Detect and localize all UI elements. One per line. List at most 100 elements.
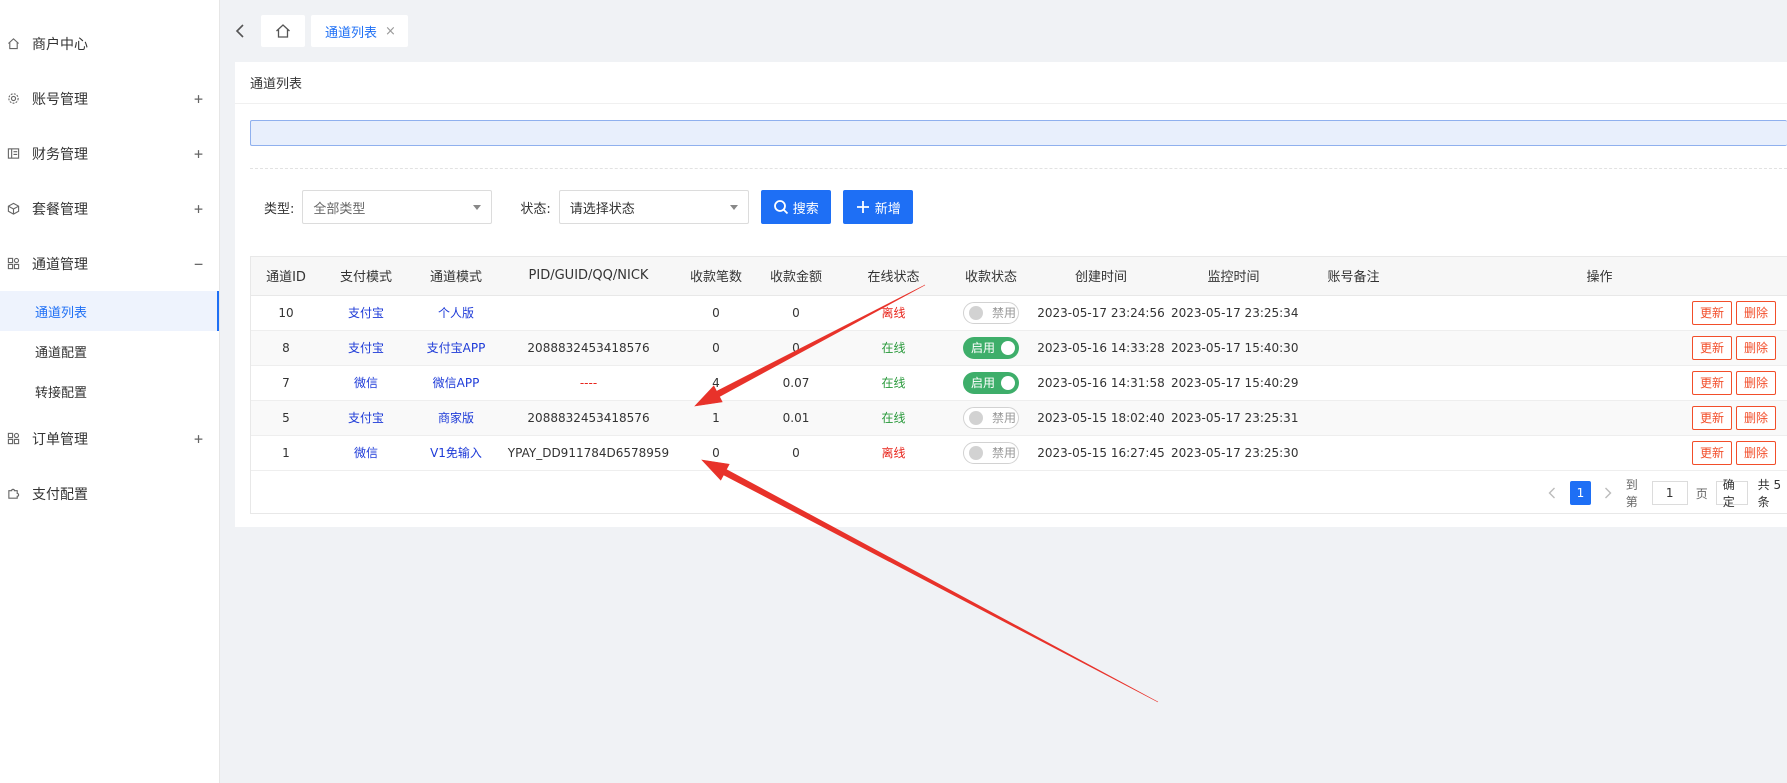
column-header: 账号备注 — [1296, 257, 1411, 296]
cell-created-time: 2023-05-15 18:02:40 — [1031, 400, 1171, 436]
cell-remark — [1296, 295, 1411, 331]
update-button[interactable]: 更新 — [1691, 335, 1732, 360]
sidebar-item-label: 支付配置 — [32, 486, 88, 503]
status-label: 状态: — [520, 201, 551, 217]
cell-channel-id: 1 — [251, 435, 321, 471]
sidebar-subitem-channel-list[interactable]: 通道列表 — [0, 291, 219, 331]
sidebar-item-account[interactable]: 账号管理 + — [0, 71, 219, 126]
cell-created-time: 2023-05-16 14:33:28 — [1031, 330, 1171, 366]
tab-channel-list[interactable]: 通道列表 × — [311, 15, 408, 47]
cell-created-time: 2023-05-17 23:24:56 — [1031, 295, 1171, 331]
prev-page-button[interactable] — [1545, 487, 1560, 499]
collect-status-toggle[interactable]: 启用 — [963, 336, 1019, 359]
type-select-value: 全部类型 — [313, 201, 366, 217]
cell-collect-status: 禁用 — [951, 400, 1031, 436]
collect-status-toggle[interactable]: 禁用 — [963, 406, 1019, 429]
cell-monitor-time: 2023-05-17 23:25:31 — [1171, 400, 1298, 436]
caret-down-icon — [473, 205, 482, 210]
search-button[interactable]: 搜索 — [760, 190, 831, 224]
gear-icon — [6, 92, 20, 106]
expand-icon[interactable]: + — [194, 145, 203, 163]
delete-button[interactable]: 删除 — [1735, 370, 1776, 395]
page-number-current[interactable]: 1 — [1569, 481, 1591, 505]
table-row: 10 支付宝 个人版 0 0 离线 禁用 2023-05-17 23:24:56 2023-05… — [251, 295, 1787, 331]
cell-monitor-time: 2023-05-17 15:40:29 — [1171, 365, 1298, 401]
chevron-left-icon — [1548, 487, 1556, 499]
cube-icon — [6, 202, 20, 216]
back-button[interactable] — [229, 16, 251, 46]
grid-icon — [6, 432, 20, 446]
table-row: 1 微信 V1免输入 YPAY_DD911784D6578959 0 0 离线 禁用 2023-… — [251, 435, 1787, 471]
update-button[interactable]: 更新 — [1691, 300, 1732, 325]
column-header: 支付模式 — [321, 257, 411, 296]
cell-remark — [1296, 330, 1411, 366]
collapse-icon[interactable]: − — [194, 255, 203, 273]
type-select[interactable]: 全部类型 — [302, 190, 493, 224]
add-button-label: 新增 — [874, 201, 901, 217]
search-button-label: 搜索 — [792, 201, 819, 217]
expand-icon[interactable]: + — [194, 200, 203, 218]
sidebar-subitem-transfer-config[interactable]: 转接配置 — [0, 371, 219, 411]
column-header: 操作 — [1411, 257, 1787, 296]
sidebar-subitem-channel-config[interactable]: 通道配置 — [0, 331, 219, 371]
cell-channel-id: 10 — [251, 295, 321, 331]
cell-remark — [1296, 435, 1411, 471]
status-select[interactable]: 请选择状态 — [558, 190, 749, 224]
sidebar-item-order[interactable]: 订单管理 + — [0, 411, 219, 466]
collect-status-toggle[interactable]: 禁用 — [963, 301, 1019, 324]
delete-button[interactable]: 删除 — [1735, 300, 1776, 325]
sidebar-item-label: 订单管理 — [32, 431, 88, 448]
sidebar-item-channel[interactable]: 通道管理 − — [0, 236, 219, 291]
home-icon — [6, 37, 20, 51]
update-button[interactable]: 更新 — [1691, 440, 1732, 465]
goto-confirm-button[interactable]: 确定 — [1715, 478, 1748, 509]
chevron-right-icon — [1605, 487, 1612, 499]
goto-page-input[interactable] — [1651, 481, 1688, 505]
cell-channel-mode: 商家版 — [411, 400, 501, 436]
update-button[interactable]: 更新 — [1691, 370, 1732, 395]
cell-channel-id: 8 — [251, 330, 321, 366]
cell-pay-mode: 支付宝 — [321, 295, 411, 331]
cell-created-time: 2023-05-15 16:27:45 — [1031, 435, 1171, 471]
cell-collect-status: 禁用 — [951, 295, 1031, 331]
expand-icon[interactable]: + — [194, 430, 203, 448]
column-header: 收款笔数 — [676, 257, 756, 296]
update-button[interactable]: 更新 — [1691, 405, 1732, 430]
cell-online-status: 离线 — [836, 435, 951, 471]
next-page-button[interactable] — [1601, 487, 1616, 499]
sidebar-item-payment-config[interactable]: 支付配置 — [0, 466, 219, 521]
sidebar-item-label: 通道管理 — [32, 256, 88, 273]
tab-label: 通道列表 — [325, 25, 378, 41]
cell-amount: 0.07 — [756, 365, 836, 401]
table-header-row: 通道ID 支付模式 通道模式 PID/GUID/QQ/NICK 收款笔数 收款金… — [251, 257, 1787, 296]
cell-count: 0 — [676, 330, 756, 366]
sidebar-item-merchant-center[interactable]: 商户中心 — [0, 16, 219, 71]
sidebar-item-package[interactable]: 套餐管理 + — [0, 181, 219, 236]
table-row: 8 支付宝 支付宝APP 2088832453418576 0 0 在线 启用 2023-05-… — [251, 330, 1787, 366]
delete-button[interactable]: 删除 — [1735, 405, 1776, 430]
cell-actions: 更新 删除 — [1411, 400, 1787, 436]
close-icon[interactable]: × — [385, 24, 396, 39]
cell-amount: 0 — [756, 295, 836, 331]
cell-channel-mode: V1免输入 — [411, 435, 501, 471]
sidebar-item-finance[interactable]: 财务管理 + — [0, 126, 219, 181]
cell-count: 0 — [676, 295, 756, 331]
collect-status-toggle[interactable]: 启用 — [963, 371, 1019, 394]
collect-status-toggle[interactable]: 禁用 — [963, 441, 1019, 464]
page-title: 通道列表 — [235, 62, 1787, 104]
add-button[interactable]: 新增 — [842, 190, 913, 224]
cell-channel-mode: 支付宝APP — [411, 330, 501, 366]
delete-button[interactable]: 删除 — [1735, 335, 1776, 360]
tab-home[interactable] — [261, 15, 305, 47]
column-header: 收款金额 — [756, 257, 836, 296]
total-count: 共 5 条 — [1757, 478, 1782, 509]
delete-button[interactable]: 删除 — [1735, 440, 1776, 465]
type-label: 类型: — [264, 201, 295, 217]
expand-icon[interactable]: + — [194, 90, 203, 108]
cell-count: 4 — [676, 365, 756, 401]
cell-online-status: 离线 — [836, 295, 951, 331]
column-header: 在线状态 — [836, 257, 951, 296]
column-header: 通道模式 — [411, 257, 501, 296]
column-header: 收款状态 — [951, 257, 1031, 296]
cell-online-status: 在线 — [836, 330, 951, 366]
